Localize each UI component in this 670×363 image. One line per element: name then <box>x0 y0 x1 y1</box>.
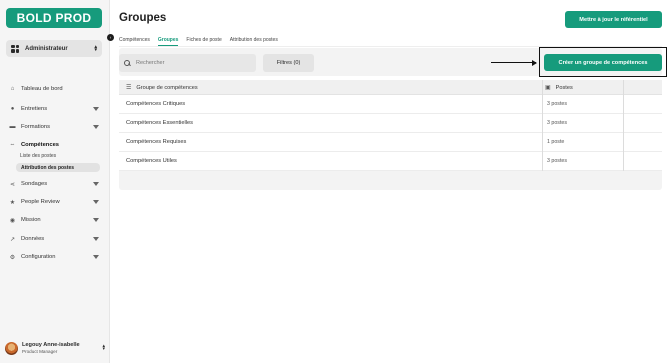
sidebar-subitem-liste-postes[interactable]: Liste des postes <box>20 153 56 159</box>
arrow-annotation <box>491 59 537 66</box>
tab-bar: Compétences Groupes Fiches de poste Attr… <box>119 37 286 46</box>
postes-count: 3 postes <box>547 120 568 126</box>
caret-down-icon <box>93 237 99 241</box>
sidebar-item-competences[interactable]: ⇔ Compétences <box>6 139 102 151</box>
sidebar-collapse-button[interactable]: ‹ <box>107 34 114 41</box>
star-icon: ★ <box>9 199 16 206</box>
table-row[interactable]: Compétences Requises 1 poste <box>119 133 662 152</box>
share-icon: ⋖ <box>9 181 16 188</box>
sidebar-item-configuration[interactable]: ⚙ Configuration <box>6 251 102 263</box>
user-name: Legouy Anne-isabelle <box>22 342 80 348</box>
create-group-button[interactable]: Créer un groupe de compétences <box>544 54 662 71</box>
sidebar-item-donnees[interactable]: ↗ Données <box>6 233 102 245</box>
column-divider <box>623 80 624 171</box>
avatar <box>5 341 18 355</box>
role-label: Administrateur <box>25 45 68 52</box>
sidebar-item-label: Compétences <box>21 142 60 148</box>
table-row[interactable]: Compétences Essentielles 3 postes <box>119 114 662 133</box>
table-row[interactable]: Compétences Utiles 3 postes <box>119 152 662 171</box>
tab-attribution-des-postes[interactable]: Attribution des postes <box>230 37 278 46</box>
group-name: Compétences Utiles <box>126 158 177 164</box>
home-icon: ⌂ <box>10 86 15 92</box>
link-icon: ⇔ <box>9 142 16 148</box>
sidebar-item-label: Données <box>21 236 45 242</box>
postes-count: 3 postes <box>547 158 568 164</box>
chart-icon: ↗ <box>9 236 16 243</box>
sidebar-item-label: Formations <box>21 124 50 130</box>
column-header-label: Postes <box>555 84 573 91</box>
search-input[interactable]: Rechercher <box>119 54 256 72</box>
app-logo[interactable]: BOLD PROD <box>6 8 102 28</box>
grid-icon <box>11 44 19 53</box>
user-title: Product Manager <box>22 349 58 354</box>
updown-chevron-icon: ▴ ▾ <box>102 343 105 352</box>
sidebar-item-dashboard[interactable]: ⌂ Tableau de bord <box>6 83 102 95</box>
column-header-label: Groupe de compétences <box>136 84 198 91</box>
caret-down-icon <box>93 218 99 222</box>
sidebar-item-label: People Review <box>21 199 60 205</box>
briefcase-icon: ▬ <box>9 124 16 130</box>
postes-count: 3 postes <box>547 101 568 107</box>
column-header-group[interactable]: ☰ Groupe de compétences <box>126 80 198 95</box>
chat-icon: ● <box>10 106 15 112</box>
updown-chevron-icon: ▴ ▾ <box>94 43 97 53</box>
sidebar-item-people-review[interactable]: ★ People Review <box>6 196 102 208</box>
globe-icon: ◉ <box>9 217 16 224</box>
sidebar-subitem-attribution-postes[interactable]: Attribution des postes <box>16 163 100 172</box>
caret-down-icon <box>93 125 99 129</box>
sidebar-item-entretiens[interactable]: ● Entretiens <box>6 103 102 115</box>
table-header: ☰ Groupe de compétences ▣ Postes <box>119 80 662 95</box>
tab-fiches-de-poste[interactable]: Fiches de poste <box>186 37 221 46</box>
search-placeholder: Rechercher <box>136 60 165 66</box>
group-name: Compétences Essentielles <box>126 120 194 126</box>
filters-button[interactable]: Filtres (0) <box>263 54 314 72</box>
sidebar-item-formations[interactable]: ▬ Formations <box>6 121 102 133</box>
role-selector[interactable]: Administrateur ▴ ▾ <box>6 40 102 57</box>
caret-down-icon <box>93 107 99 111</box>
sidebar-item-label: Tableau de bord <box>21 86 63 92</box>
sidebar: BOLD PROD Administrateur ▴ ▾ ⌂ Tableau de… <box>0 0 110 363</box>
search-icon <box>124 60 130 66</box>
user-info: Legouy Anne-isabelle Product Manager <box>22 342 80 354</box>
briefcase-icon: ▣ <box>545 85 551 91</box>
update-referential-button[interactable]: Mettre à jour le référentiel <box>565 11 662 28</box>
list-icon: ☰ <box>126 85 132 91</box>
group-name: Compétences Critiques <box>126 101 186 107</box>
sidebar-item-sondages[interactable]: ⋖ Sondages <box>6 178 102 190</box>
gear-icon: ⚙ <box>9 254 16 261</box>
user-menu[interactable]: Legouy Anne-isabelle Product Manager ▴ ▾ <box>5 339 105 357</box>
page-title: Groupes <box>119 12 167 24</box>
sidebar-item-label: Sondages <box>21 181 48 187</box>
postes-count: 1 poste <box>547 139 565 145</box>
sidebar-item-mission[interactable]: ◉ Mission <box>6 214 102 226</box>
caret-down-icon <box>93 182 99 186</box>
group-name: Compétences Requises <box>126 139 187 145</box>
sidebar-item-label: Mission <box>21 217 41 223</box>
sidebar-item-label: Entretiens <box>21 106 48 112</box>
column-divider <box>542 80 543 171</box>
sidebar-item-label: Configuration <box>21 254 56 260</box>
tab-groupes[interactable]: Groupes <box>157 37 179 46</box>
table-row[interactable]: Compétences Critiques 3 postes <box>119 95 662 114</box>
caret-down-icon <box>93 200 99 204</box>
column-header-postes[interactable]: ▣ Postes <box>545 80 573 95</box>
caret-down-icon <box>93 255 99 259</box>
tab-competences[interactable]: Compétences <box>119 37 150 46</box>
